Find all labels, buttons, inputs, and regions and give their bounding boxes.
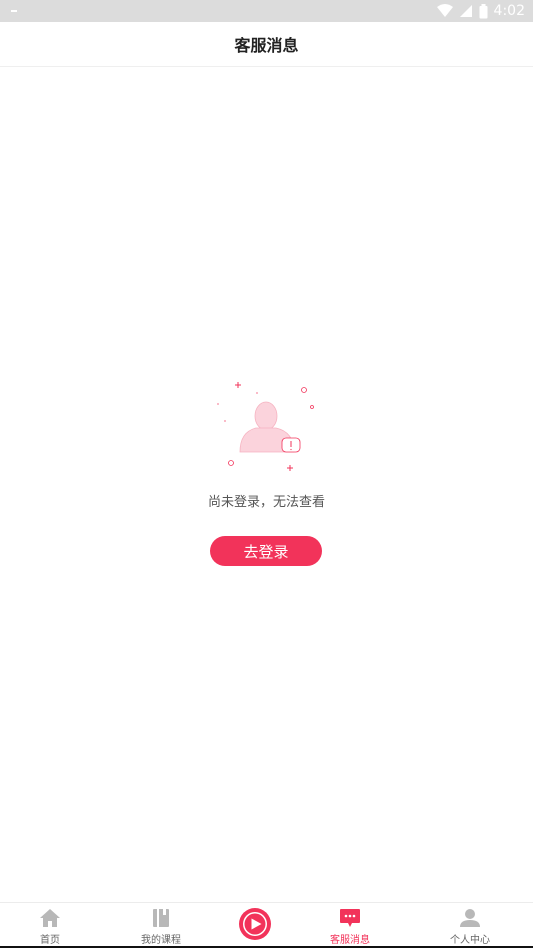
not-logged-in-illustration-icon xyxy=(217,382,314,471)
tab-customer-messages[interactable]: 客服消息 xyxy=(320,903,380,947)
status-time: 4:02 xyxy=(493,3,525,19)
page-header: 客服消息 xyxy=(0,22,533,67)
wifi-icon xyxy=(436,4,453,17)
notification-icon xyxy=(11,10,17,12)
tab-my-courses-label: 我的课程 xyxy=(141,935,181,946)
tab-my-courses[interactable]: 我的课程 xyxy=(130,903,192,947)
empty-state-message: 尚未登录，无法查看 xyxy=(207,495,325,510)
app-screen: 4:02 客服消息 尚未登录，无法查看 去登录 首页 我的课程 客服消息 个人中… xyxy=(0,0,533,948)
chat-icon xyxy=(338,908,362,928)
tab-home-label: 首页 xyxy=(40,935,60,946)
book-icon xyxy=(149,908,173,928)
status-bar-right: 4:02 xyxy=(436,0,525,22)
play-icon xyxy=(238,907,272,941)
status-bar: 4:02 xyxy=(0,0,533,22)
tab-play[interactable] xyxy=(235,903,275,947)
tab-profile[interactable]: 个人中心 xyxy=(440,903,500,947)
tab-customer-messages-label: 客服消息 xyxy=(330,935,370,946)
tab-home[interactable]: 首页 xyxy=(20,903,80,947)
signal-icon xyxy=(459,5,472,17)
login-button[interactable]: 去登录 xyxy=(210,536,322,566)
home-icon xyxy=(38,908,62,928)
user-icon xyxy=(458,908,482,928)
battery-icon xyxy=(479,3,488,18)
tab-profile-label: 个人中心 xyxy=(450,935,490,946)
bottom-tab-bar: 首页 我的课程 客服消息 个人中心 xyxy=(0,902,533,946)
page-title: 客服消息 xyxy=(234,36,299,55)
